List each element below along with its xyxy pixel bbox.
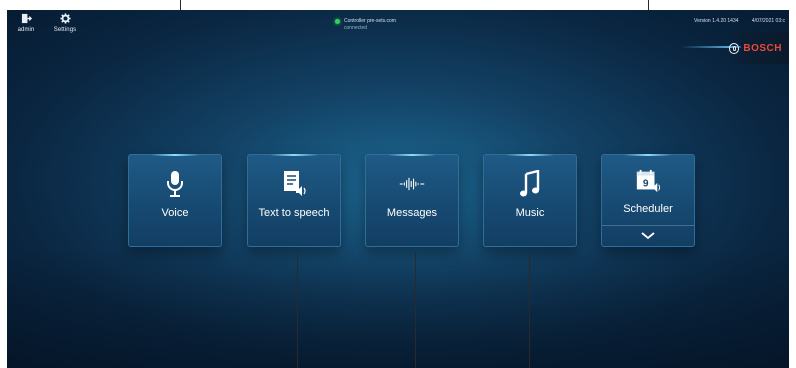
tile-label: Text to speech bbox=[258, 207, 330, 219]
bosch-armature-icon bbox=[729, 42, 740, 54]
status-indicator-icon bbox=[335, 19, 340, 24]
app-screen: admin Settings Controller pre-sets.com c… bbox=[7, 10, 789, 368]
waveform-icon bbox=[399, 169, 425, 199]
date-text: 4/07/2021 03:c bbox=[751, 18, 785, 24]
admin-label: admin bbox=[17, 27, 35, 33]
calendar-day: 9 bbox=[643, 179, 649, 190]
admin-button[interactable]: admin bbox=[9, 13, 43, 39]
calendar-icon: 9 bbox=[635, 167, 661, 197]
chevron-down-icon bbox=[641, 232, 655, 240]
connection-status: Controller pre-sets.com connected bbox=[335, 18, 396, 32]
tile-label: Scheduler bbox=[623, 203, 673, 215]
brand-logo: BOSCH bbox=[729, 32, 789, 64]
annotation-line-music bbox=[529, 252, 530, 368]
microphone-icon bbox=[162, 169, 188, 199]
version-info: Version 1.4.20 1434 4/07/2021 03:c bbox=[694, 18, 785, 24]
annotation-line-messages bbox=[415, 252, 416, 368]
tile-music[interactable]: Music bbox=[483, 154, 577, 247]
top-bar: admin Settings Controller pre-sets.com c… bbox=[7, 10, 789, 40]
settings-label: Settings bbox=[53, 27, 77, 33]
brand-name: BOSCH bbox=[743, 42, 782, 54]
tile-scheduler[interactable]: 9 Scheduler bbox=[601, 154, 695, 247]
version-text: Version 1.4.20 1434 bbox=[694, 18, 739, 24]
tile-label: Voice bbox=[161, 207, 189, 219]
expand-button[interactable] bbox=[602, 225, 694, 246]
tile-voice[interactable]: Voice bbox=[128, 154, 222, 247]
status-connected: connected bbox=[344, 25, 368, 31]
tile-text-to-speech[interactable]: Text to speech bbox=[247, 154, 341, 247]
tile-messages[interactable]: Messages bbox=[365, 154, 459, 247]
tile-label: Messages bbox=[386, 207, 438, 219]
status-controller: Controller pre-sets.com bbox=[344, 18, 396, 24]
annotation-line-text-to-speech bbox=[297, 252, 298, 368]
text-to-speech-icon bbox=[281, 169, 307, 199]
tile-label: Music bbox=[515, 207, 545, 219]
settings-button[interactable]: Settings bbox=[48, 13, 82, 39]
music-note-icon bbox=[517, 169, 543, 199]
gear-icon bbox=[59, 13, 71, 24]
logout-icon bbox=[21, 13, 32, 24]
